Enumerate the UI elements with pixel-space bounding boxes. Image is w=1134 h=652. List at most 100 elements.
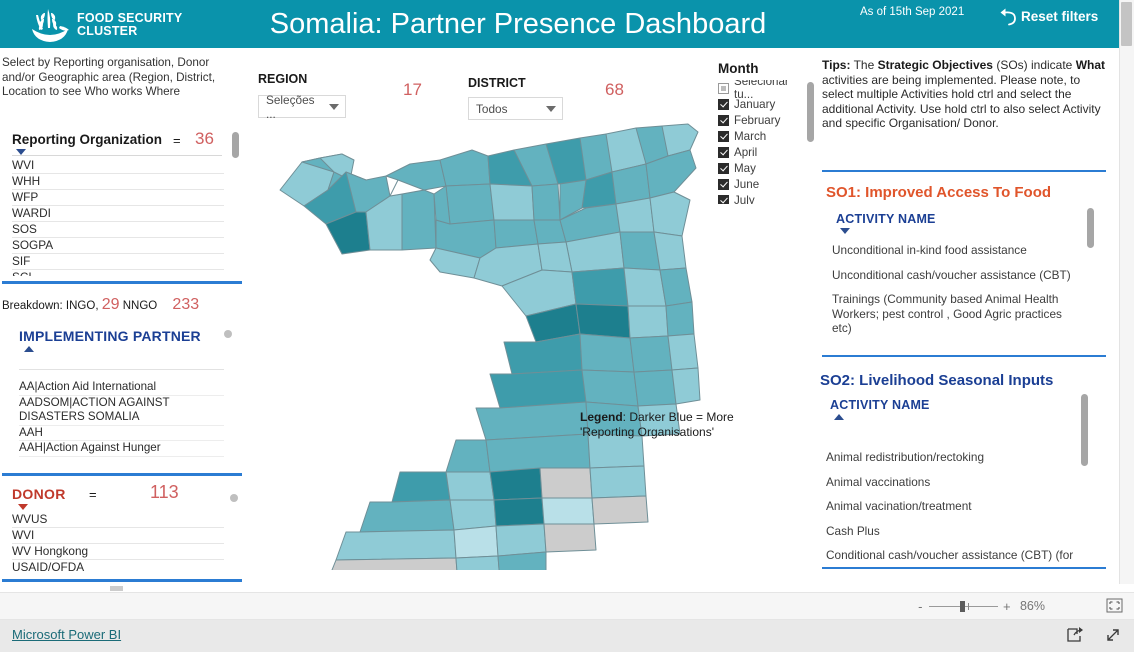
donor-item[interactable]: WVUS: [12, 512, 224, 528]
month-option-list[interactable]: Selecionar tu... January February March Apri…: [718, 80, 806, 204]
so1-activity-name-header[interactable]: ACTIVITY NAME: [836, 212, 936, 226]
reporting-organization-equals: =: [173, 133, 181, 148]
tips-part-2: (SOs) indicate: [992, 58, 1076, 72]
checkbox-partial-icon[interactable]: [718, 82, 729, 94]
so1-scrollbar[interactable]: [1087, 208, 1094, 248]
reporting-organization-title: Reporting Organization: [12, 132, 162, 147]
logo-line-1: FOOD SECURITY: [77, 11, 183, 25]
page-horizontal-scrollbar-track[interactable]: [0, 584, 1119, 592]
fsc-logo-text: FOOD SECURITY CLUSTER: [77, 12, 182, 38]
page-horizontal-scrollbar-thumb[interactable]: [110, 586, 123, 591]
implementing-partner-item[interactable]: AAH: [19, 426, 224, 441]
so2-scrollbar[interactable]: [1081, 394, 1088, 466]
implementing-partner-scroll-dot[interactable]: [224, 330, 232, 338]
sort-ascending-icon[interactable]: [24, 346, 34, 352]
zoom-out-button[interactable]: -: [915, 599, 925, 614]
month-scrollbar[interactable]: [807, 82, 814, 142]
map-svg[interactable]: [250, 120, 710, 652]
power-bi-link[interactable]: Microsoft Power BI: [12, 627, 121, 642]
header-divider: [12, 155, 222, 156]
somalia-choropleth-map[interactable]: [250, 120, 710, 652]
donor-sort-icon[interactable]: [18, 504, 28, 510]
checkbox-checked-icon[interactable]: [718, 146, 729, 158]
month-option-row[interactable]: May: [718, 160, 806, 176]
zoom-slider[interactable]: [929, 600, 998, 612]
checkbox-checked-icon[interactable]: [718, 114, 729, 126]
so2-activity-item[interactable]: Cash Plus: [826, 524, 1084, 539]
month-option-row[interactable]: March: [718, 128, 806, 144]
breakdown-prefix: Breakdown: INGO,: [2, 300, 99, 312]
donor-item[interactable]: USAID/OFDA: [12, 560, 224, 572]
donor-list[interactable]: WVUS WVI WV Hongkong USAID/OFDA: [12, 512, 224, 572]
month-option-row[interactable]: July: [718, 192, 806, 204]
page-title: Somalia: Partner Presence Dashboard: [269, 8, 767, 40]
month-option-row[interactable]: February: [718, 112, 806, 128]
checkbox-checked-icon[interactable]: [718, 178, 729, 190]
so1-activity-item[interactable]: Unconditional cash/voucher assistance (C…: [832, 268, 1082, 283]
checkbox-checked-icon[interactable]: [718, 162, 729, 174]
tips-part-3: activities are being implemented. Please…: [822, 72, 1101, 131]
reporting-organization-item[interactable]: SOS: [12, 222, 224, 238]
reporting-organization-item[interactable]: WARDI: [12, 206, 224, 222]
reporting-organization-item[interactable]: WFP: [12, 190, 224, 206]
fullscreen-icon[interactable]: [1104, 626, 1122, 644]
so2-activity-list[interactable]: Animal redistribution/rectoking Animal va…: [826, 450, 1084, 568]
so1-activity-item[interactable]: Trainings (Community based Animal Health…: [832, 292, 1082, 336]
donor-title: DONOR: [12, 486, 66, 502]
map-legend: Legend: Darker Blue = More 'Reporting Or…: [580, 410, 790, 440]
region-dropdown[interactable]: Seleções ...: [258, 93, 346, 121]
so1-activity-item[interactable]: Unconditional in-kind food assistance: [832, 243, 1082, 258]
checkbox-checked-icon[interactable]: [718, 194, 729, 204]
month-option-row[interactable]: Selecionar tu...: [718, 80, 806, 101]
zoom-level-label: 86%: [1019, 599, 1045, 613]
month-option-row[interactable]: April: [718, 144, 806, 160]
fit-to-page-icon[interactable]: [1106, 598, 1123, 613]
app-header: FOOD SECURITY CLUSTER Somalia: Partner P…: [0, 0, 1119, 48]
so2-activity-item[interactable]: Animal vaccinations: [826, 475, 1084, 490]
reporting-organization-item[interactable]: WVI: [12, 158, 224, 174]
district-count: 68: [605, 80, 624, 99]
checkbox-checked-icon[interactable]: [718, 130, 729, 142]
so2-activity-item[interactable]: Conditional cash/voucher assistance (CBT…: [826, 548, 1084, 563]
district-dropdown[interactable]: Todos: [468, 97, 563, 120]
reporting-organization-count: 36: [195, 129, 214, 148]
tips-text: Tips: The Strategic Objectives (SOs) ind…: [822, 58, 1106, 131]
so2-activity-item[interactable]: Animal vacination/treatment: [826, 499, 1084, 514]
month-option-row[interactable]: June: [718, 176, 806, 192]
implementing-partner-list[interactable]: AA|Action Aid International AADSOM|ACTION…: [19, 380, 224, 468]
chevron-down-icon: [546, 105, 556, 112]
reporting-organization-item[interactable]: WHH: [12, 174, 224, 190]
so2-activity-item[interactable]: Animal redistribution/rectoking: [826, 450, 1084, 465]
zoom-in-button[interactable]: +: [1002, 599, 1012, 614]
app-footer: [0, 620, 1134, 652]
so1-sort-descending-icon[interactable]: [840, 228, 850, 234]
tips-what: What: [1075, 58, 1106, 72]
reporting-organization-item[interactable]: SIF: [12, 254, 224, 270]
so2-sort-ascending-icon[interactable]: [834, 414, 844, 420]
implementing-partner-item[interactable]: AAH|Action Against Hunger: [19, 441, 224, 457]
page-vertical-scrollbar-thumb[interactable]: [1121, 2, 1132, 46]
zoom-slider-thumb[interactable]: [960, 600, 966, 612]
reporting-organization-list[interactable]: WVIWHHWFPWARDISOSSOGPASIFSCI: [12, 158, 224, 276]
month-slicer: Month Selecionar tu... January February Mar…: [714, 58, 819, 210]
page-vertical-scrollbar-track[interactable]: [1119, 0, 1134, 584]
donor-scroll-dot[interactable]: [230, 494, 238, 502]
share-icon[interactable]: [1066, 626, 1084, 644]
donor-item[interactable]: WVI: [12, 528, 224, 544]
logo-line-2: CLUSTER: [77, 24, 138, 38]
as-of-date: As of 15th Sep 2021: [860, 6, 965, 18]
divider-rule-2: [822, 355, 1106, 357]
chevron-down-icon: [329, 103, 339, 110]
implementing-partner-item[interactable]: AADSOM|ACTION AGAINST DISASTERS SOMALIA: [19, 396, 224, 426]
donor-item[interactable]: WV Hongkong: [12, 544, 224, 560]
so2-activity-name-header[interactable]: ACTIVITY NAME: [830, 398, 930, 412]
reset-filters-button[interactable]: Reset filters: [997, 5, 1098, 27]
reporting-organization-scrollbar[interactable]: [232, 132, 239, 158]
tips-label: Tips:: [822, 58, 851, 72]
so1-activity-list[interactable]: Unconditional in-kind food assistance Unc…: [832, 243, 1082, 348]
reporting-organization-item[interactable]: SCI: [12, 270, 224, 276]
month-option-label: April: [734, 145, 758, 159]
reporting-organization-item[interactable]: SOGPA: [12, 238, 224, 254]
implementing-partner-item[interactable]: AA|Action Aid International: [19, 380, 224, 396]
checkbox-checked-icon[interactable]: [718, 98, 729, 110]
